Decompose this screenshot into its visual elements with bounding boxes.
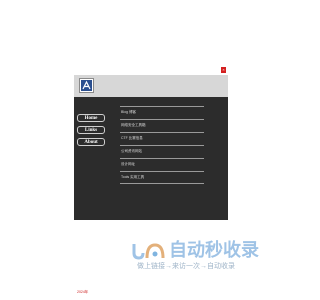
link[interactable]: 设计网址 bbox=[120, 159, 204, 170]
brand-title: 自动秒收录 bbox=[169, 240, 259, 260]
brand-subtitle: 做上链接→来访一次→自动收录 bbox=[137, 263, 235, 270]
list-item: Blog 博客 bbox=[120, 106, 204, 119]
close-button[interactable]: × bbox=[221, 67, 226, 73]
list-item: 设计网址 bbox=[120, 158, 204, 171]
nav-menu: Home Links About bbox=[77, 114, 105, 150]
link[interactable]: Tools 实用工具 bbox=[120, 172, 204, 183]
link[interactable]: 网络安全工具箱 bbox=[120, 120, 204, 131]
footer-text: 2024年 bbox=[77, 290, 89, 294]
main-window: × Home Links About Blog 博客 网络安全工具箱 CTF 比… bbox=[74, 65, 228, 220]
nav-item-about[interactable]: About bbox=[77, 138, 105, 146]
brand-logo-icon bbox=[131, 241, 167, 261]
window-topbar: × bbox=[74, 65, 228, 75]
site-header bbox=[74, 75, 228, 97]
nav-item-home[interactable]: Home bbox=[77, 114, 105, 122]
list-item: CTF 比赛信息 bbox=[120, 132, 204, 145]
brand-watermark[interactable]: 自动秒收录 做上链接→来访一次→自动收录 bbox=[131, 239, 282, 273]
lizard-logo-icon[interactable] bbox=[80, 79, 93, 92]
nav-item-links[interactable]: Links bbox=[77, 126, 105, 134]
link-list: Blog 博客 网络安全工具箱 CTF 比赛信息 公司资讯网站 设计网址 Too… bbox=[120, 106, 204, 184]
content-panel: Home Links About Blog 博客 网络安全工具箱 CTF 比赛信… bbox=[74, 97, 228, 220]
link[interactable]: CTF 比赛信息 bbox=[120, 133, 204, 144]
list-item: 公司资讯网站 bbox=[120, 145, 204, 158]
link[interactable]: Blog 博客 bbox=[120, 107, 204, 118]
list-item: 网络安全工具箱 bbox=[120, 119, 204, 132]
list-item: Tools 实用工具 bbox=[120, 171, 204, 184]
link[interactable]: 公司资讯网站 bbox=[120, 146, 204, 157]
